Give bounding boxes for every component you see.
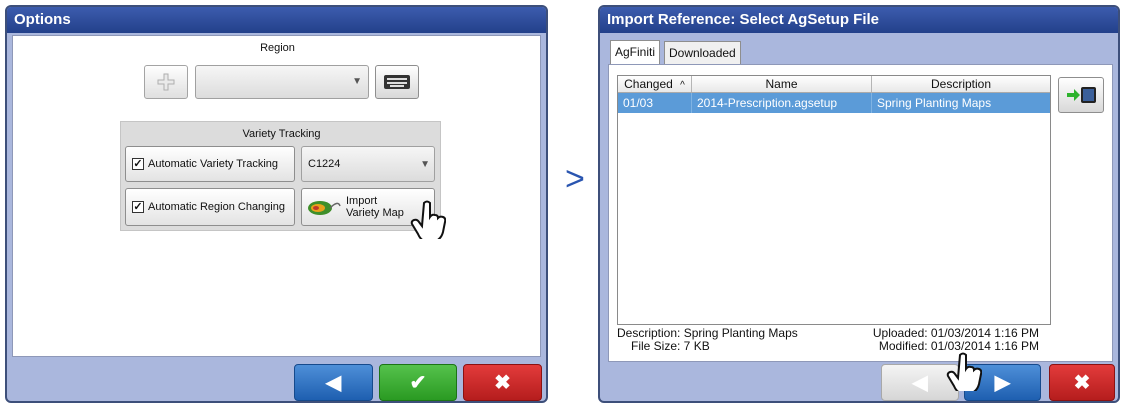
- touch-hand-icon: [410, 200, 446, 239]
- plus-icon: [157, 73, 175, 91]
- back-button[interactable]: ◀: [294, 364, 373, 401]
- file-list-panel: Changed ^ Name Description 01/03 2014-Pr…: [608, 64, 1113, 362]
- variety-map-icon: [308, 201, 341, 215]
- cancel-button[interactable]: ✖: [1049, 364, 1115, 401]
- region-label: Region: [260, 42, 295, 54]
- options-window: Options Region ▼ Variety Tracking ✓ Auto…: [5, 5, 548, 403]
- import-file-button[interactable]: [1058, 77, 1104, 113]
- back-arrow-icon: ◀: [325, 372, 342, 394]
- options-content: Region ▼ Variety Tracking ✓ Automatic Va…: [12, 35, 541, 357]
- accept-button[interactable]: ✔: [379, 364, 457, 401]
- tab-downloaded[interactable]: Downloaded: [664, 41, 741, 65]
- column-header-name[interactable]: Name: [692, 76, 872, 92]
- file-size-line: File Size: 7 KB: [631, 339, 710, 353]
- import-reference-title: Import Reference: Select AgSetup File: [600, 7, 1118, 33]
- table-header: Changed ^ Name Description: [618, 76, 1050, 93]
- cancel-button[interactable]: ✖: [463, 364, 542, 401]
- file-table: Changed ^ Name Description 01/03 2014-Pr…: [617, 75, 1051, 325]
- auto-variety-checkbox[interactable]: ✓ Automatic Variety Tracking: [125, 146, 295, 182]
- checkbox-checked-icon: ✓: [132, 200, 144, 213]
- step-separator-icon: >: [565, 160, 585, 198]
- column-header-changed[interactable]: Changed ^: [618, 76, 692, 92]
- variety-tracking-panel: Variety Tracking ✓ Automatic Variety Tra…: [120, 121, 441, 231]
- import-variety-map-label: Import Variety Map: [346, 195, 404, 219]
- checkmark-icon: ✔: [409, 372, 427, 394]
- cell-name: 2014-Prescription.agsetup: [692, 93, 872, 113]
- keyboard-icon: [384, 75, 410, 89]
- file-info-left: Description: Spring Planting Maps File S…: [617, 327, 847, 353]
- import-reference-window: Import Reference: Select AgSetup File Ag…: [598, 5, 1120, 403]
- column-header-description[interactable]: Description: [872, 76, 1050, 92]
- import-label-line2: Variety Map: [346, 207, 404, 219]
- chevron-down-icon: ▼: [352, 76, 362, 87]
- variety-tracking-heading: Variety Tracking: [242, 128, 321, 140]
- forward-arrow-icon: ▶: [994, 372, 1011, 394]
- region-select[interactable]: ▼: [195, 65, 369, 99]
- tab-agfiniti[interactable]: AgFiniti: [610, 40, 661, 65]
- touch-hand-icon: [946, 352, 982, 391]
- table-row[interactable]: 01/03 2014-Prescription.agsetup Spring P…: [618, 93, 1050, 113]
- variety-value: C1224: [308, 158, 341, 170]
- import-to-display-icon: [1067, 87, 1096, 103]
- options-title: Options: [7, 7, 546, 33]
- checkbox-checked-icon: ✓: [132, 157, 144, 170]
- sort-ascending-icon: ^: [680, 80, 685, 91]
- add-region-button[interactable]: [144, 65, 188, 99]
- auto-region-checkbox[interactable]: ✓ Automatic Region Changing: [125, 188, 295, 226]
- chevron-down-icon: ▼: [420, 159, 430, 170]
- column-label: Changed: [624, 77, 673, 91]
- file-info-right: Uploaded: 01/03/2014 1:16 PM Modified: 0…: [859, 327, 1039, 353]
- auto-region-label: Automatic Region Changing: [148, 201, 285, 213]
- close-icon: ✖: [494, 372, 511, 394]
- close-icon: ✖: [1073, 372, 1091, 394]
- import-label-line1: Import: [346, 195, 378, 207]
- variety-select[interactable]: C1224 ▼: [301, 146, 435, 182]
- cell-changed: 01/03: [618, 93, 692, 113]
- cell-description: Spring Planting Maps: [877, 96, 992, 110]
- back-arrow-icon: ◀: [912, 372, 928, 394]
- keyboard-button[interactable]: [375, 65, 419, 99]
- auto-variety-label: Automatic Variety Tracking: [148, 158, 279, 170]
